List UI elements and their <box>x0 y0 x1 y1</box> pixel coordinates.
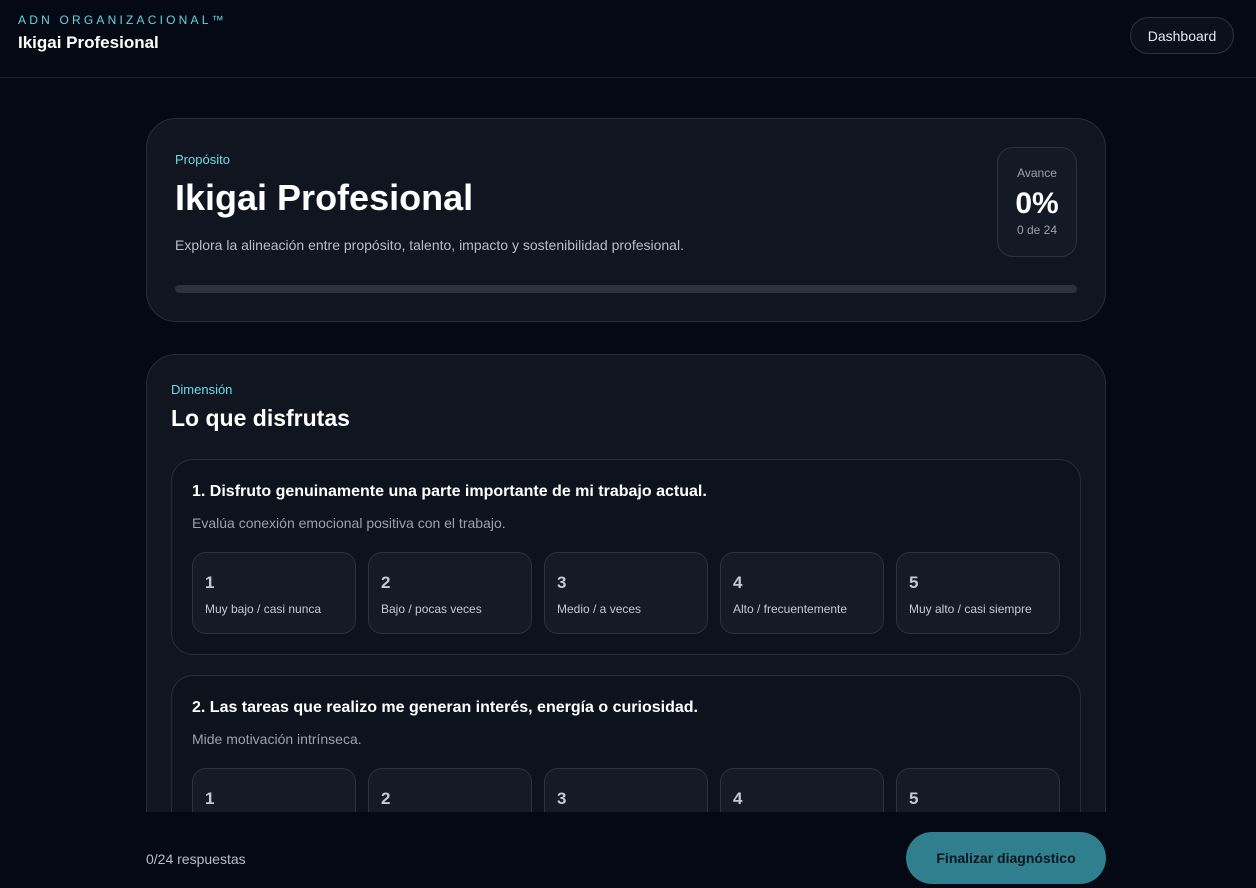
rating-option-4[interactable]: 4 Alto / frecuentemente <box>720 552 884 634</box>
question-text: 2. Las tareas que realizo me generan int… <box>192 699 698 716</box>
option-label: Alto / frecuentemente <box>733 602 848 616</box>
rating-option-1[interactable]: 1 <box>192 768 356 812</box>
dimension-title: Lo que disfrutas <box>171 405 350 431</box>
progress-percent: 0% <box>1015 187 1059 220</box>
option-label: Muy alto / casi siempre <box>909 602 1032 616</box>
option-value: 5 <box>909 573 919 592</box>
option-value: 1 <box>205 789 215 808</box>
rating-option-5[interactable]: 5 <box>896 768 1060 812</box>
dimension-eyebrow: Dimensión <box>171 382 233 397</box>
bottom-bar: 0/24 respuestas Finalizar diagnóstico <box>0 812 1256 888</box>
top-bar: ADN ORGANIZACIONAL™ Ikigai Profesional D… <box>0 0 1256 78</box>
question-card: 2. Las tareas que realizo me generan int… <box>171 675 1081 812</box>
option-label: Muy bajo / casi nunca <box>205 602 322 616</box>
option-value: 2 <box>381 789 391 808</box>
rating-option-4[interactable]: 4 <box>720 768 884 812</box>
rating-option-3[interactable]: 3 Medio / a veces <box>544 552 708 634</box>
progress-label: Avance <box>1017 166 1057 180</box>
rating-option-5[interactable]: 5 Muy alto / casi siempre <box>896 552 1060 634</box>
app-title: Ikigai Profesional <box>18 33 159 52</box>
rating-option-2[interactable]: 2 <box>368 768 532 812</box>
option-value: 3 <box>557 573 567 592</box>
option-value: 2 <box>381 573 391 592</box>
question-text: 1. Disfruto genuinamente una parte impor… <box>192 483 707 500</box>
progress-bar <box>175 285 1077 293</box>
option-label: Medio / a veces <box>557 602 642 616</box>
rating-option-1[interactable]: 1 Muy bajo / casi nunca <box>192 552 356 634</box>
finish-diagnostic-button[interactable]: Finalizar diagnóstico <box>906 832 1106 884</box>
option-value: 4 <box>733 789 743 808</box>
progress-count: 0 de 24 <box>1016 223 1058 237</box>
section-eyebrow: Propósito <box>175 152 230 167</box>
option-value: 5 <box>909 789 919 808</box>
dimension-card: Dimensión Lo que disfrutas 1. Disfruto g… <box>146 354 1106 812</box>
survey-header-card: Propósito Ikigai Profesional Explora la … <box>146 118 1106 322</box>
page-title: Ikigai Profesional <box>175 177 474 218</box>
brand-label: ADN ORGANIZACIONAL™ <box>18 13 227 27</box>
option-value: 3 <box>557 789 567 808</box>
question-help: Evalúa conexión emocional positiva con e… <box>192 515 506 531</box>
rating-option-3[interactable]: 3 <box>544 768 708 812</box>
page-description: Explora la alineación entre propósito, t… <box>175 237 684 253</box>
question-card: 1. Disfruto genuinamente una parte impor… <box>171 459 1081 655</box>
answered-count: 0/24 respuestas <box>146 851 246 867</box>
rating-option-2[interactable]: 2 Bajo / pocas veces <box>368 552 532 634</box>
question-help: Mide motivación intrínseca. <box>192 731 362 747</box>
progress-summary: Avance 0% 0 de 24 <box>997 147 1077 257</box>
option-label: Bajo / pocas veces <box>381 602 482 616</box>
dashboard-button[interactable]: Dashboard <box>1130 17 1234 54</box>
main-content[interactable]: Propósito Ikigai Profesional Explora la … <box>0 79 1256 812</box>
option-value: 4 <box>733 573 743 592</box>
option-value: 1 <box>205 573 215 592</box>
